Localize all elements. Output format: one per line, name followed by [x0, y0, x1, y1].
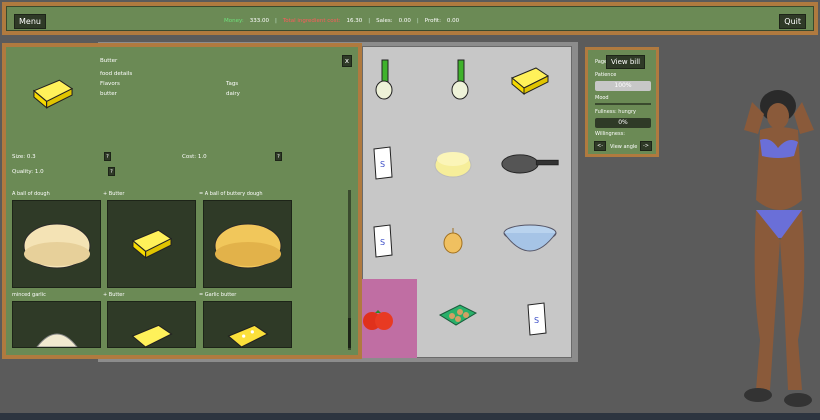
- food-details-label: food details: [100, 71, 133, 77]
- separator: |: [274, 18, 277, 24]
- cost-label: Cost: 1.0: [182, 154, 207, 160]
- size-label: Size: 0.3: [12, 154, 36, 160]
- prev-angle-button[interactable]: <-: [594, 141, 606, 151]
- garlic-butter-icon: [226, 324, 269, 347]
- frying-pan-icon[interactable]: [500, 140, 560, 185]
- customer-character: [744, 90, 814, 407]
- recipe-label: = A ball of buttery dough: [199, 191, 263, 197]
- close-button[interactable]: x: [342, 55, 352, 67]
- quality-label: Quality: 1.0: [12, 169, 44, 175]
- svg-text:S: S: [534, 316, 539, 325]
- ingredient-cost-label: Total ingredient cost:: [282, 18, 341, 24]
- butter-icon: [131, 229, 172, 259]
- buttery-dough-card[interactable]: [203, 200, 292, 288]
- cost-help-button[interactable]: ?: [275, 152, 282, 161]
- flavors-label: Flavors: [100, 81, 120, 87]
- next-angle-button[interactable]: ->: [640, 141, 652, 151]
- menu-button[interactable]: Menu: [14, 14, 46, 29]
- separator: |: [416, 18, 419, 24]
- mood-bar: [595, 103, 651, 105]
- profit-label: Profit:: [424, 18, 441, 24]
- recipe-label: A ball of dough: [12, 191, 50, 197]
- recipe-label: + Butter: [103, 292, 125, 298]
- sales-value: 0.00: [398, 18, 411, 24]
- svg-text:S: S: [380, 238, 385, 247]
- flour-bag-icon[interactable]: S: [500, 296, 560, 341]
- recipe-label: + Butter: [103, 191, 125, 197]
- view-bill-button[interactable]: View bill: [606, 55, 646, 69]
- scrollbar-thumb[interactable]: [348, 318, 351, 348]
- butter-icon: [130, 324, 173, 347]
- bowl-icon[interactable]: [500, 218, 560, 263]
- view-angle-label: View angle: [610, 144, 638, 150]
- mood-label: Mood: [595, 95, 609, 101]
- fullness-label: Fullness: hungry: [595, 109, 636, 115]
- butter-icon[interactable]: [500, 58, 560, 103]
- garlic-icon: [35, 333, 78, 347]
- patience-label: Patience: [595, 72, 617, 78]
- butter-card[interactable]: [107, 200, 196, 288]
- separator: |: [368, 18, 371, 24]
- quality-help-button[interactable]: ?: [108, 167, 115, 176]
- money-value: 333.00: [249, 18, 269, 24]
- butter-card[interactable]: [107, 301, 196, 348]
- svg-text:S: S: [380, 160, 385, 169]
- egg-carton-icon[interactable]: [428, 292, 488, 337]
- ingredient-cost-value: 16.30: [346, 18, 363, 24]
- recipe-label: = Garlic butter: [199, 292, 237, 298]
- taskbar: [0, 413, 820, 420]
- money-label: Money:: [224, 18, 244, 24]
- cheese-icon[interactable]: [423, 140, 483, 185]
- garlic-butter-card[interactable]: [203, 301, 292, 348]
- flavors-value: butter: [100, 91, 117, 97]
- garlic-card[interactable]: [12, 301, 101, 348]
- spring-onion-icon[interactable]: [420, 58, 480, 103]
- willingness-label: Willingness:: [595, 131, 625, 137]
- dough-icon: [214, 223, 281, 269]
- quit-button[interactable]: Quit: [779, 14, 806, 29]
- top-bar: Menu Money: 333.00 | Total ingredient co…: [2, 2, 818, 35]
- stats-line: Money: 333.00 | Total ingredient cost: 1…: [224, 18, 459, 24]
- onion-icon[interactable]: [423, 218, 483, 263]
- sales-label: Sales:: [376, 18, 393, 24]
- fullness-bar: 0%: [595, 118, 651, 128]
- tags-value: dairy: [226, 91, 240, 97]
- ingredient-name: Butter: [100, 58, 118, 64]
- tags-label: Tags: [226, 81, 239, 87]
- butter-icon: [28, 76, 78, 116]
- size-help-button[interactable]: ?: [104, 152, 111, 161]
- patience-bar: 100%: [595, 81, 651, 91]
- dough-icon: [23, 223, 90, 269]
- profit-value: 0.00: [446, 18, 460, 24]
- dough-card[interactable]: [12, 200, 101, 288]
- recipe-label: minced garlic: [12, 292, 46, 298]
